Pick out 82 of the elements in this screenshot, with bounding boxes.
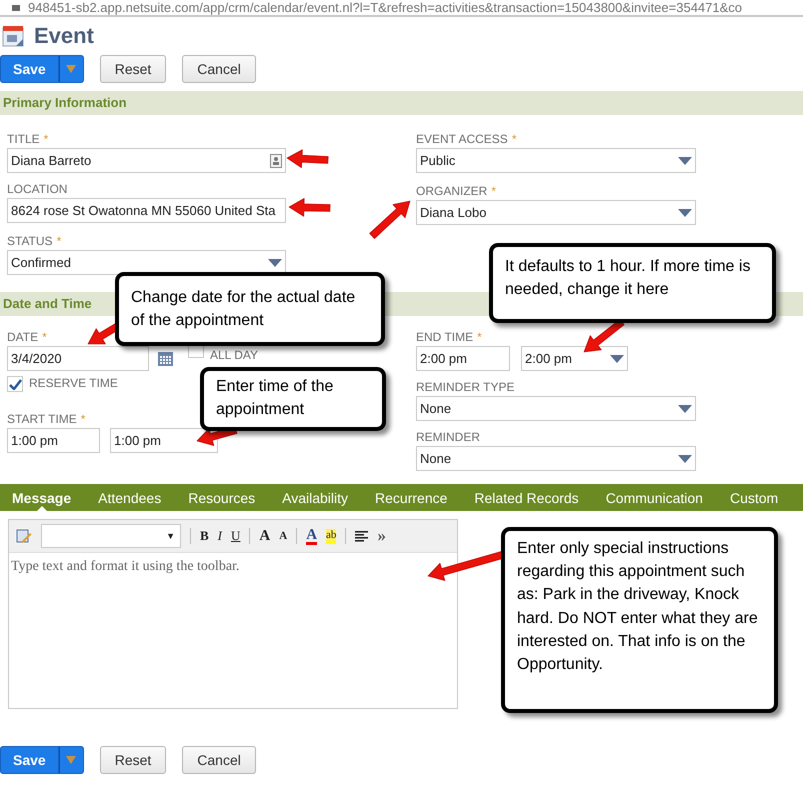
callout-note: It defaults to 1 hour. If more time is needed, change it here (489, 243, 776, 323)
tab[interactable]: Resources (188, 484, 256, 511)
select-field[interactable]: Public (416, 148, 696, 173)
field-label: EVENT ACCESS (416, 132, 508, 146)
tab[interactable]: Custom (730, 484, 778, 511)
date-field[interactable]: 3/4/2020 (7, 346, 149, 371)
text-field[interactable]: Diana Barreto (7, 148, 286, 173)
checkbox[interactable] (7, 376, 23, 392)
bold-button[interactable]: B (200, 528, 209, 544)
underline-button[interactable]: U (231, 528, 240, 544)
time-field[interactable]: 1:00 pm (110, 428, 218, 453)
tab[interactable]: Related Records (474, 484, 579, 511)
message-field[interactable]: Type text and format it using the toolbar. (9, 553, 457, 708)
more-button[interactable]: » (377, 528, 386, 544)
select-field[interactable]: Confirmed (7, 250, 286, 275)
checkbox-label: ALL DAY (210, 348, 258, 362)
select-field[interactable]: None (416, 446, 696, 471)
text-field[interactable]: 8624 rose St Owatonna MN 55060 United Sta (7, 198, 286, 223)
tab[interactable]: Recurrence (375, 484, 448, 511)
calendar-icon (2, 25, 24, 47)
callout-note: Enter time of the appointment (200, 367, 386, 431)
field-label: END TIME (416, 330, 474, 344)
dropdown-button[interactable] (58, 55, 84, 83)
select-field[interactable]: 2:00 pm (521, 346, 628, 371)
action-button[interactable]: Cancel (182, 746, 256, 774)
time-field[interactable]: 2:00 pm (416, 346, 510, 371)
dropdown-arrow-icon (268, 258, 282, 266)
dropdown-arrow-icon (678, 156, 692, 164)
dropdown-arrow-icon (678, 208, 692, 216)
dropdown-arrow-icon (678, 454, 692, 462)
checkbox-label: RESERVE TIME (29, 376, 118, 390)
caret-icon (66, 65, 76, 73)
field-label: ORGANIZER (416, 184, 488, 198)
required-mark: * (56, 234, 62, 248)
field-label: DATE (7, 330, 38, 344)
tab[interactable]: Message (12, 484, 72, 511)
required-mark: * (80, 412, 86, 426)
italic-button[interactable]: I (218, 528, 222, 544)
calendar-icon[interactable] (158, 352, 173, 366)
tab[interactable]: Communication (606, 484, 703, 511)
action-button[interactable]: Reset (100, 55, 166, 83)
callout-note: Enter only special instructions regarding this appointment such as: Park in the driveway, Knock hard. Do NOT enter what they are interested on. That info is on the Opportunity. (501, 527, 778, 713)
shrink-font-button[interactable]: A (279, 528, 288, 544)
field-label: LOCATION (7, 182, 68, 196)
tab[interactable]: Availability (282, 484, 348, 511)
action-button[interactable]: Reset (100, 746, 166, 774)
contact-card-icon (270, 154, 282, 168)
time-field[interactable]: 1:00 pm (7, 428, 100, 453)
select-field[interactable]: Diana Lobo (416, 200, 696, 225)
required-mark: * (42, 330, 47, 344)
save-button[interactable]: Save (0, 746, 59, 774)
page-icon (12, 4, 20, 10)
font-color-button[interactable]: A (306, 528, 318, 544)
page-title: Event (34, 23, 94, 49)
required-mark: * (512, 132, 516, 146)
arrow (286, 149, 328, 168)
grow-font-button[interactable]: A (259, 528, 270, 544)
highlight-button[interactable]: ab (326, 528, 336, 544)
caret-icon (66, 756, 76, 764)
tab[interactable]: Attendees (98, 484, 162, 511)
field-label: START TIME (7, 412, 77, 426)
section-header: Primary Information (0, 91, 803, 115)
save-button[interactable]: Save (0, 55, 59, 83)
action-button[interactable]: Cancel (182, 55, 256, 83)
required-mark: * (477, 330, 482, 344)
edit-icon[interactable] (16, 528, 32, 544)
select-field[interactable]: None (416, 396, 696, 421)
field-label: REMINDER (416, 430, 480, 444)
field-label: STATUS (7, 234, 53, 248)
field-label: REMINDER TYPE (416, 380, 514, 394)
arrow (288, 198, 330, 217)
align-left-icon[interactable] (355, 530, 368, 542)
dropdown-button[interactable] (58, 746, 84, 774)
url-text: 948451-sb2.app.netsuite.com/app/crm/calendar/event.nl?l=T&refresh=activities&transaction=15043800&invitee=354471&co (28, 0, 742, 15)
required-mark: * (491, 184, 496, 198)
field-label: TITLE (7, 132, 40, 146)
font-size-select[interactable]: ▼ (41, 524, 181, 548)
callout-note: Change date for the actual date of the appointment (115, 272, 385, 346)
dropdown-arrow-icon (610, 354, 624, 362)
dropdown-arrow-icon (678, 404, 692, 412)
required-mark: * (44, 132, 48, 146)
arrow (369, 200, 410, 239)
